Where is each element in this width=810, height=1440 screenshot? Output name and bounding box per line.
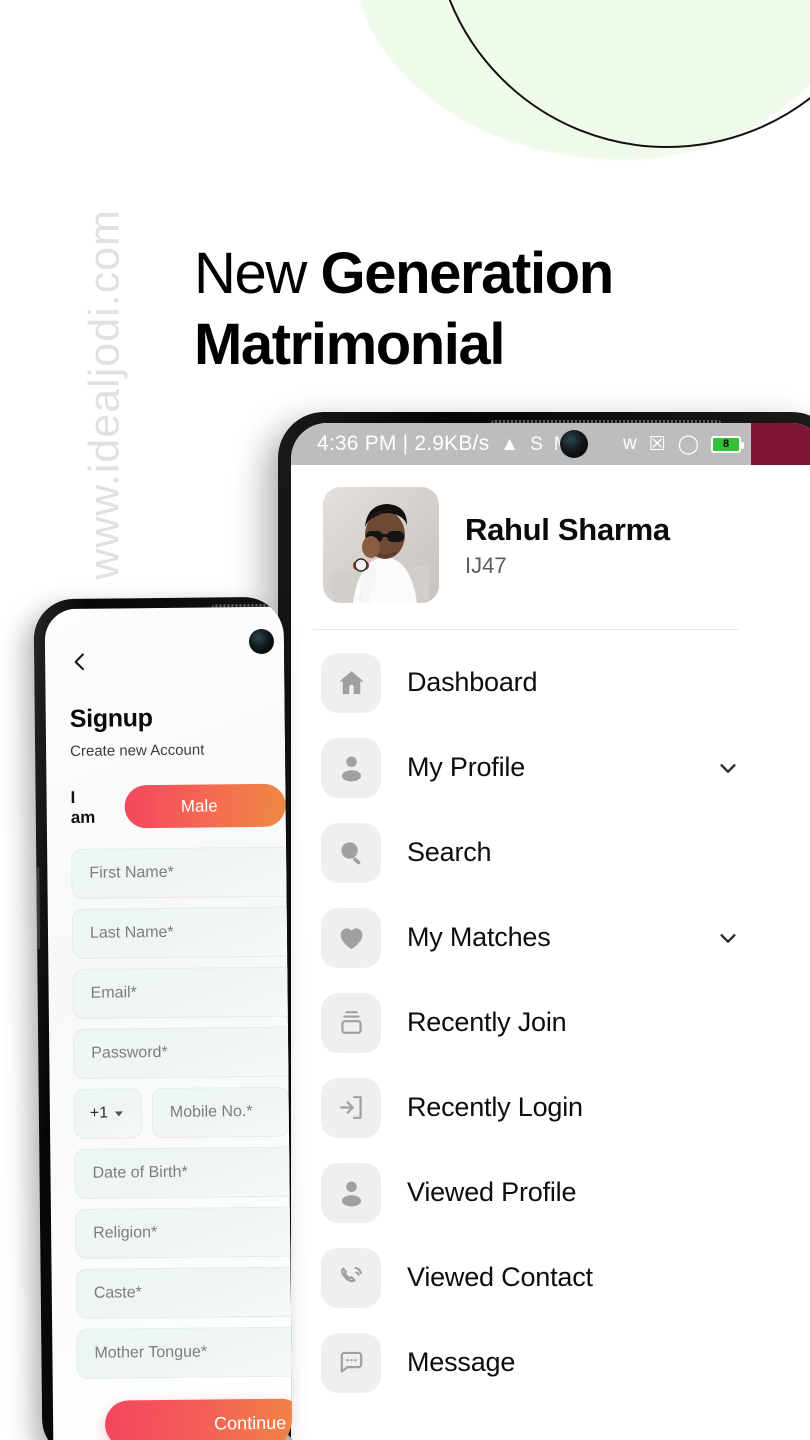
user-name: Rahul Sharma <box>465 511 670 547</box>
user-id: IJ47 <box>465 552 507 578</box>
bluetooth-icon: w <box>622 433 637 454</box>
page-title: New Generation Matrimonial <box>194 238 794 380</box>
poster-canvas: www.idealjodi.com New Generation Matrimo… <box>0 0 810 1440</box>
login-arrow-icon <box>321 1077 381 1138</box>
sidebar-item-viewed-profile[interactable]: Viewed Profile <box>291 1150 761 1235</box>
sidebar-item-dashboard[interactable]: Dashboard <box>291 640 761 725</box>
chevron-down-icon[interactable] <box>717 757 739 779</box>
wifi-icon: ◯ <box>677 433 699 455</box>
drawer-menu: Dashboard My Profile Search My Matches R… <box>291 630 761 1405</box>
drawer-user-info: Rahul Sharma IJ47 <box>465 512 670 579</box>
signup-subtitle: Create new Account <box>70 741 205 760</box>
religion-select[interactable]: Religion* <box>74 1206 293 1259</box>
sidebar-item-label: Recently Login <box>407 1092 583 1122</box>
chevron-down-icon <box>115 1110 124 1117</box>
caste-select[interactable]: Caste* <box>75 1266 293 1319</box>
password-input[interactable]: Password* <box>73 1026 293 1079</box>
phone-ring-icon <box>321 1247 381 1308</box>
mother-tongue-select[interactable]: Mother Tongue* <box>76 1326 293 1379</box>
drawer-header: Rahul Sharma IJ47 <box>291 465 761 603</box>
phone-signup-device: Signup Create new Account I am Male Firs… <box>33 596 293 1440</box>
s-icon: S <box>530 433 543 455</box>
sidebar-item-viewed-contact[interactable]: Viewed Contact <box>291 1235 761 1320</box>
sidebar-item-search[interactable]: Search <box>291 810 761 895</box>
home-icon <box>321 652 381 713</box>
sidebar-item-label: Viewed Contact <box>407 1262 593 1292</box>
mobile-number-input[interactable]: Mobile No.* <box>151 1086 290 1139</box>
gender-label: I am <box>70 787 96 827</box>
gender-selector: I am Male <box>70 783 286 829</box>
signup-form: First Name* Last Name* Email* Password* … <box>71 846 293 1379</box>
back-button[interactable] <box>69 651 91 673</box>
status-bar-app-tint <box>751 423 810 465</box>
archive-box-icon <box>321 992 381 1053</box>
site-watermark: www.idealjodi.com <box>80 209 129 580</box>
status-time-network: 4:36 PM | 2.9KB/s <box>317 432 490 455</box>
navigation-drawer: Rahul Sharma IJ47 Dashboard My Profile S… <box>291 465 761 1440</box>
country-code-select[interactable]: +1 <box>73 1088 143 1139</box>
sidebar-item-label: Search <box>407 837 492 867</box>
front-camera-punch-hole <box>248 628 275 655</box>
phone-main-device: 4:36 PM | 2.9KB/s ▲ S M w ☒ ◯ 8 <box>278 412 810 1440</box>
sidebar-item-label: Viewed Profile <box>407 1177 577 1207</box>
sidebar-item-label: Recently Join <box>407 1007 567 1037</box>
chevron-down-icon[interactable] <box>717 927 739 949</box>
phone-signup-screen: Signup Create new Account I am Male Firs… <box>44 606 293 1440</box>
gender-option-male[interactable]: Male <box>124 783 286 829</box>
sidebar-item-recently-join[interactable]: Recently Join <box>291 980 761 1065</box>
phone-main-screen: 4:36 PM | 2.9KB/s ▲ S M w ☒ ◯ 8 <box>291 423 810 1440</box>
sidebar-item-label: My Matches <box>407 922 551 952</box>
date-of-birth-input[interactable]: Date of Birth* <box>74 1146 293 1199</box>
person-icon <box>321 1162 381 1223</box>
headline-thin: New <box>194 241 321 306</box>
country-code-value: +1 <box>89 1104 109 1122</box>
side-button[interactable] <box>35 867 41 950</box>
headline-bold-1: Generation <box>320 241 615 306</box>
warning-triangle-icon: ▲ <box>500 433 520 455</box>
battery-icon: 8 <box>711 435 744 453</box>
first-name-input[interactable]: First Name* <box>71 846 293 899</box>
sidebar-item-label: Message <box>407 1347 516 1377</box>
avatar[interactable] <box>323 487 439 603</box>
status-bar-right-icons: w ☒ ◯ 8 <box>622 423 744 465</box>
search-icon <box>321 822 381 883</box>
email-input[interactable]: Email* <box>72 966 293 1019</box>
front-camera-punch-hole <box>560 430 588 458</box>
mobile-row: +1 Mobile No.* <box>73 1086 290 1139</box>
signup-title: Signup <box>69 704 153 733</box>
sidebar-item-my-matches[interactable]: My Matches <box>291 895 761 980</box>
chat-bubble-icon <box>321 1332 381 1393</box>
sidebar-item-my-profile[interactable]: My Profile <box>291 725 761 810</box>
mute-icon: ☒ <box>648 433 666 455</box>
sidebar-item-label: My Profile <box>407 752 526 782</box>
sidebar-item-label: Dashboard <box>407 667 538 697</box>
heart-icon <box>321 907 381 968</box>
person-icon <box>321 737 381 798</box>
sidebar-item-recently-login[interactable]: Recently Login <box>291 1065 761 1150</box>
last-name-input[interactable]: Last Name* <box>71 906 293 959</box>
sidebar-item-message[interactable]: Message <box>291 1320 761 1405</box>
continue-button[interactable]: Continue <box>104 1398 293 1440</box>
headline-bold-2: Matrimonial <box>194 312 505 377</box>
status-bar: 4:36 PM | 2.9KB/s ▲ S M w ☒ ◯ 8 <box>291 423 810 465</box>
